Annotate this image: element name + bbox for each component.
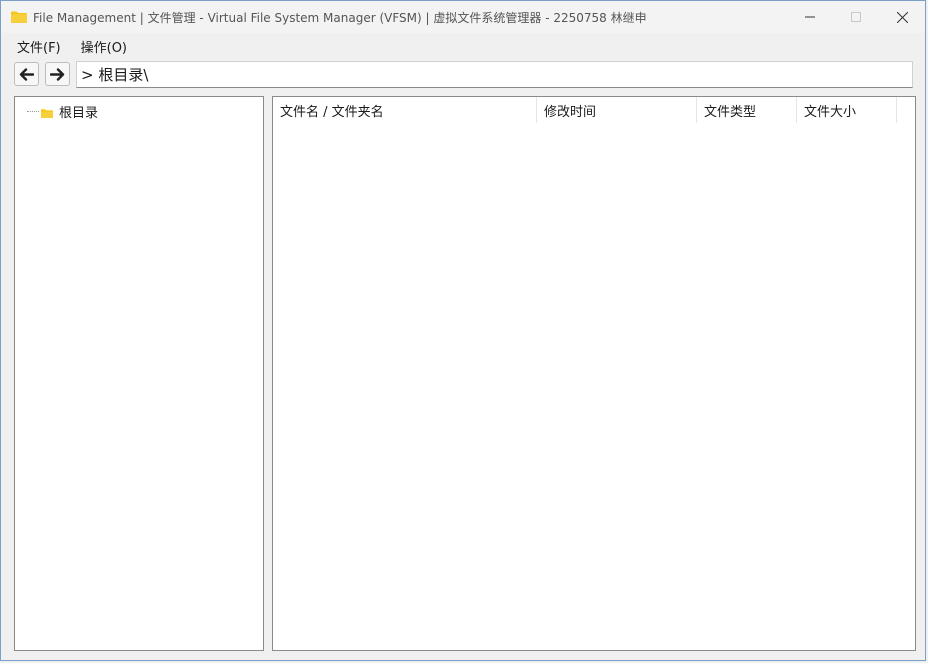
folder-tree[interactable]: 根目录 <box>14 96 264 651</box>
minimize-button[interactable] <box>787 1 833 33</box>
column-header-type[interactable]: 文件类型 <box>697 97 797 123</box>
forward-button[interactable] <box>45 62 70 86</box>
title-bar[interactable]: File Management | 文件管理 - Virtual File Sy… <box>1 1 925 33</box>
file-list[interactable]: 文件名 / 文件夹名 修改时间 文件类型 文件大小 <box>272 96 916 651</box>
menu-file[interactable]: 文件(F) <box>1 37 71 56</box>
menu-bar: 文件(F) 操作(O) <box>1 35 137 57</box>
close-icon <box>896 11 908 23</box>
menu-operations[interactable]: 操作(O) <box>71 37 137 56</box>
window-controls <box>787 1 925 33</box>
column-header-label: 文件类型 <box>704 104 757 120</box>
minimize-icon <box>805 16 815 18</box>
column-header-label: 文件大小 <box>804 104 857 120</box>
app-window: File Management | 文件管理 - Virtual File Sy… <box>0 0 926 661</box>
window-title: File Management | 文件管理 - Virtual File Sy… <box>33 10 647 25</box>
arrow-left-icon <box>19 67 34 81</box>
tree-item-label: 根目录 <box>59 106 99 121</box>
list-header: 文件名 / 文件夹名 修改时间 文件类型 文件大小 <box>273 97 897 123</box>
arrow-right-icon <box>50 67 65 81</box>
back-button[interactable] <box>14 62 39 86</box>
column-header-size[interactable]: 文件大小 <box>797 97 897 123</box>
address-path: > 根目录\ <box>81 65 149 84</box>
close-button[interactable] <box>879 1 925 33</box>
folder-icon <box>11 11 27 23</box>
column-header-label: 文件名 / 文件夹名 <box>280 104 384 120</box>
maximize-button[interactable] <box>833 1 879 33</box>
folder-icon <box>41 107 53 118</box>
toolbar: > 根目录\ <box>14 60 913 88</box>
column-header-label: 修改时间 <box>544 104 597 120</box>
tree-item-root[interactable]: 根目录 <box>27 102 98 121</box>
maximize-icon <box>851 12 861 22</box>
tree-connector <box>27 111 39 112</box>
column-header-modified[interactable]: 修改时间 <box>537 97 697 123</box>
column-header-name[interactable]: 文件名 / 文件夹名 <box>273 97 537 123</box>
address-bar[interactable]: > 根目录\ <box>76 60 913 88</box>
